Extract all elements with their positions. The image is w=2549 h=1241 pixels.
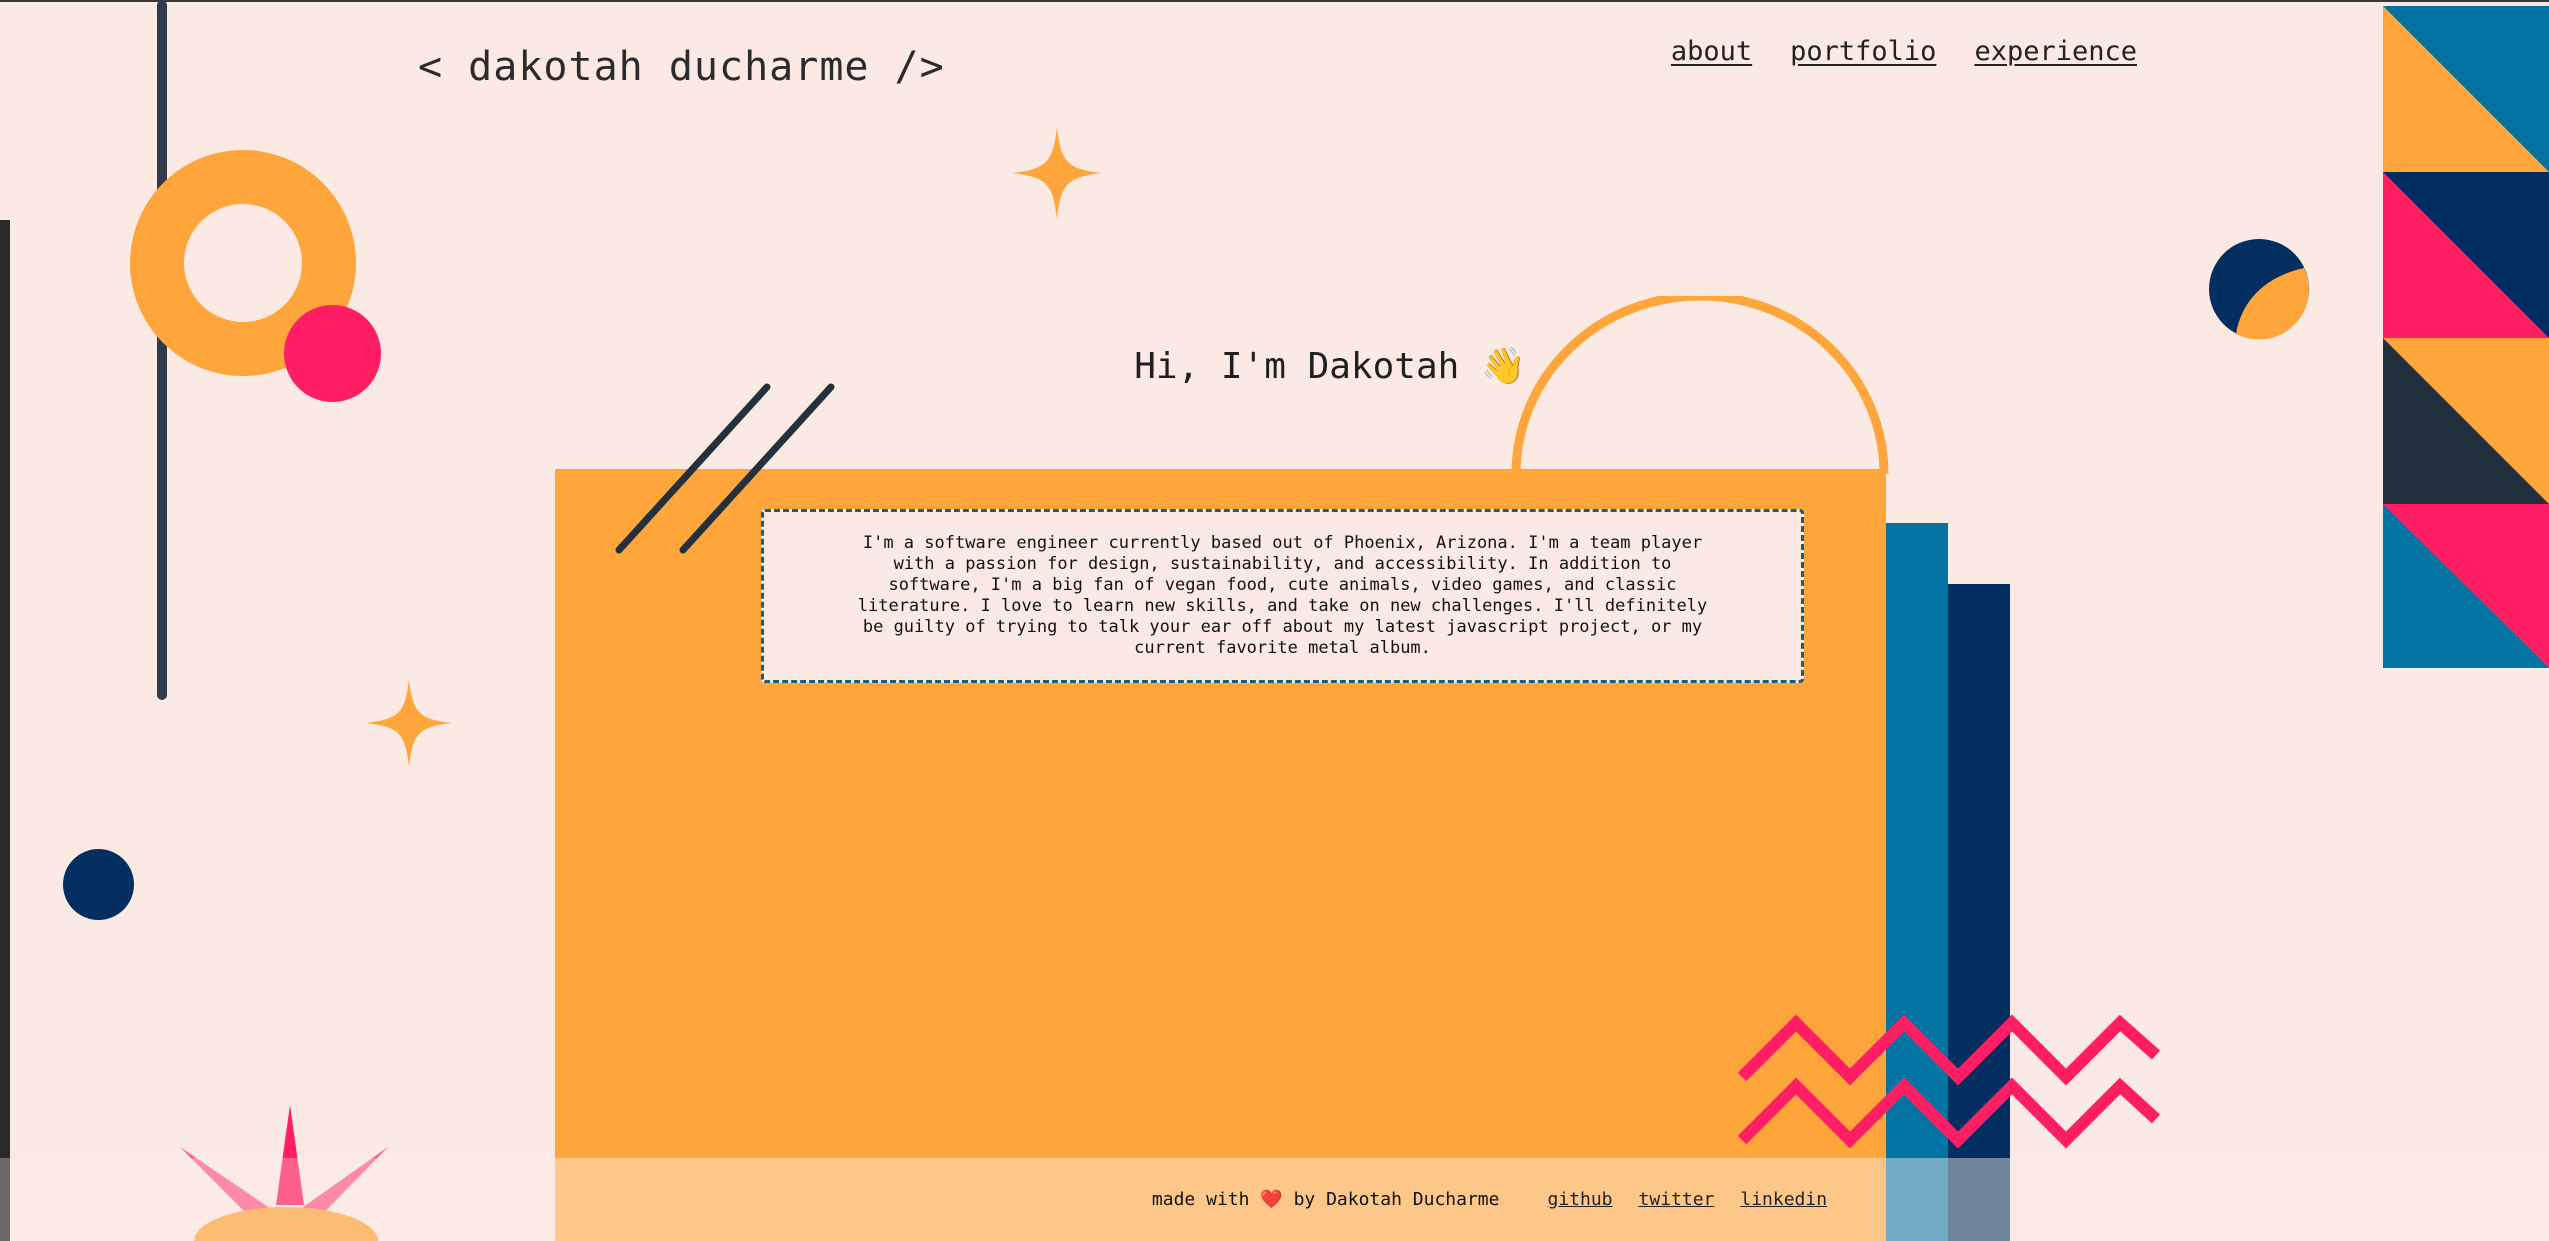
author-label: by Dakotah Ducharme: [1293, 1189, 1500, 1210]
made-with-label: made with: [1151, 1189, 1250, 1210]
site-logo[interactable]: < dakotah ducharme />: [418, 44, 945, 90]
nav-experience[interactable]: experience: [1974, 36, 2137, 67]
main-nav: about portfolio experience: [1671, 36, 2137, 67]
sparkle-icon: [1012, 127, 1102, 219]
footer: made with ❤️ by Dakotah Ducharme github …: [0, 1158, 2549, 1241]
sparkle-icon: [365, 679, 453, 767]
linkedin-link[interactable]: linkedin: [1740, 1189, 1827, 1210]
github-link[interactable]: github: [1547, 1189, 1612, 1210]
twitter-link[interactable]: twitter: [1639, 1189, 1715, 1210]
nav-portfolio[interactable]: portfolio: [1790, 36, 1936, 67]
bio-text: I'm a software engineer currently based …: [857, 533, 1708, 658]
zigzag-decoration: [1737, 1014, 2160, 1149]
navy-circle-decoration: [63, 849, 134, 920]
left-edge: [0, 220, 10, 1241]
footer-credit: made with ❤️ by Dakotah Ducharme: [722, 1189, 1500, 1210]
semicircle-outline-decoration: [1511, 296, 1889, 475]
pink-circle-decoration: [284, 305, 381, 402]
nav-about[interactable]: about: [1671, 36, 1752, 67]
vertical-line-decoration: [157, 0, 167, 700]
heart-icon: ❤️: [1260, 1189, 1283, 1210]
bio-text-box: I'm a software engineer currently based …: [761, 509, 1804, 683]
top-border: [0, 0, 2549, 2]
page-title: Hi, I'm Dakotah 👋: [1134, 346, 1526, 387]
triangle-pattern-decoration: [2383, 6, 2549, 668]
footer-links: github twitter linkedin: [1547, 1189, 1827, 1210]
half-circle-decoration: [2209, 239, 2309, 340]
